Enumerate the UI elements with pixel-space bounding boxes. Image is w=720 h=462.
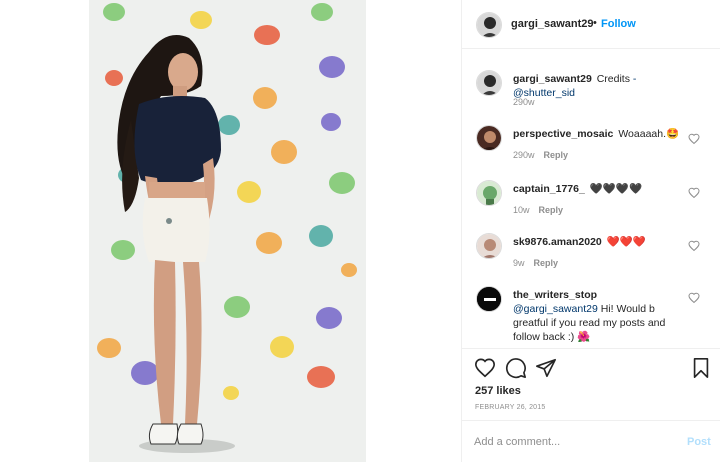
comment-bubble-icon[interactable] [505,357,527,379]
comment-username[interactable]: captain_1776_ [513,183,585,195]
like-comment-heart-icon[interactable] [688,133,700,145]
commenter-avatar[interactable] [476,233,502,259]
post-photo[interactable] [89,0,366,462]
comment-body: captain_1776_ 🖤🖤🖤🖤 [513,182,688,196]
comment-text: Woaaaah.🤩 [618,128,680,140]
comment-username[interactable]: the_writers_stop [513,288,686,302]
post-header: gargi_sawant29 • Follow [462,0,720,49]
comment-username[interactable]: gargi_sawant29 [513,73,592,85]
action-bar: 257 likes FEBRUARY 26, 2015 [462,348,720,418]
post-comment-button[interactable]: Post [687,436,711,448]
comment-meta: 10w Reply [513,205,563,215]
comment-text: Credits [596,73,630,85]
comment-time[interactable]: 290w [513,97,535,107]
comment-meta: 290w [513,97,535,107]
paper-plane-icon[interactable] [535,357,557,379]
post-sidebar: gargi_sawant29 • Follow gargi_sawant29 C… [461,0,720,462]
comment-body: perspective_mosaic Woaaaah.🤩 [513,127,688,141]
comment-time[interactable]: 290w [513,150,535,160]
comment-text: ❤️❤️❤️ [606,236,646,248]
caption-author-avatar[interactable] [476,70,502,96]
comment-list[interactable]: gargi_sawant29 Credits -@shutter_sid 290… [462,50,720,348]
post-date[interactable]: FEBRUARY 26, 2015 [475,404,545,411]
reply-button[interactable]: Reply [539,205,564,215]
add-comment-bar: Add a comment... Post [462,420,720,462]
comment-meta: 290w Reply [513,150,568,160]
like-comment-heart-icon[interactable] [688,292,700,304]
caption-text: gargi_sawant29 Credits -@shutter_sid [513,72,688,100]
comment-time[interactable]: 10w [513,205,530,215]
reply-button[interactable]: Reply [534,258,559,268]
comment-text: 🖤🖤🖤🖤 [589,183,643,195]
comment-meta: 9w Reply [513,258,558,268]
header-separator: • [593,17,597,29]
comment-time[interactable]: 9w [513,258,525,268]
commenter-avatar[interactable] [476,286,502,312]
author-avatar[interactable] [476,12,502,38]
reply-button[interactable]: Reply [544,150,569,160]
commenter-avatar[interactable] [476,125,502,151]
like-comment-heart-icon[interactable] [688,187,700,199]
comment-username[interactable]: sk9876.aman2020 [513,236,602,248]
comment-mention[interactable]: @gargi_sawant29 [513,303,598,315]
comment-input[interactable]: Add a comment... [474,436,560,448]
like-comment-heart-icon[interactable] [688,240,700,252]
commenter-avatar[interactable] [476,180,502,206]
follow-button[interactable]: Follow [601,18,636,30]
author-username[interactable]: gargi_sawant29 [511,18,594,30]
comment-body: the_writers_stop @gargi_sawant29 Hi! Wou… [513,288,688,344]
comment-username[interactable]: perspective_mosaic [513,128,613,140]
comment-body: sk9876.aman2020 ❤️❤️❤️ [513,235,688,249]
photo-illustration [89,0,366,462]
heart-icon[interactable] [474,357,496,379]
bookmark-icon[interactable] [690,357,712,379]
like-count[interactable]: 257 likes [475,385,521,397]
